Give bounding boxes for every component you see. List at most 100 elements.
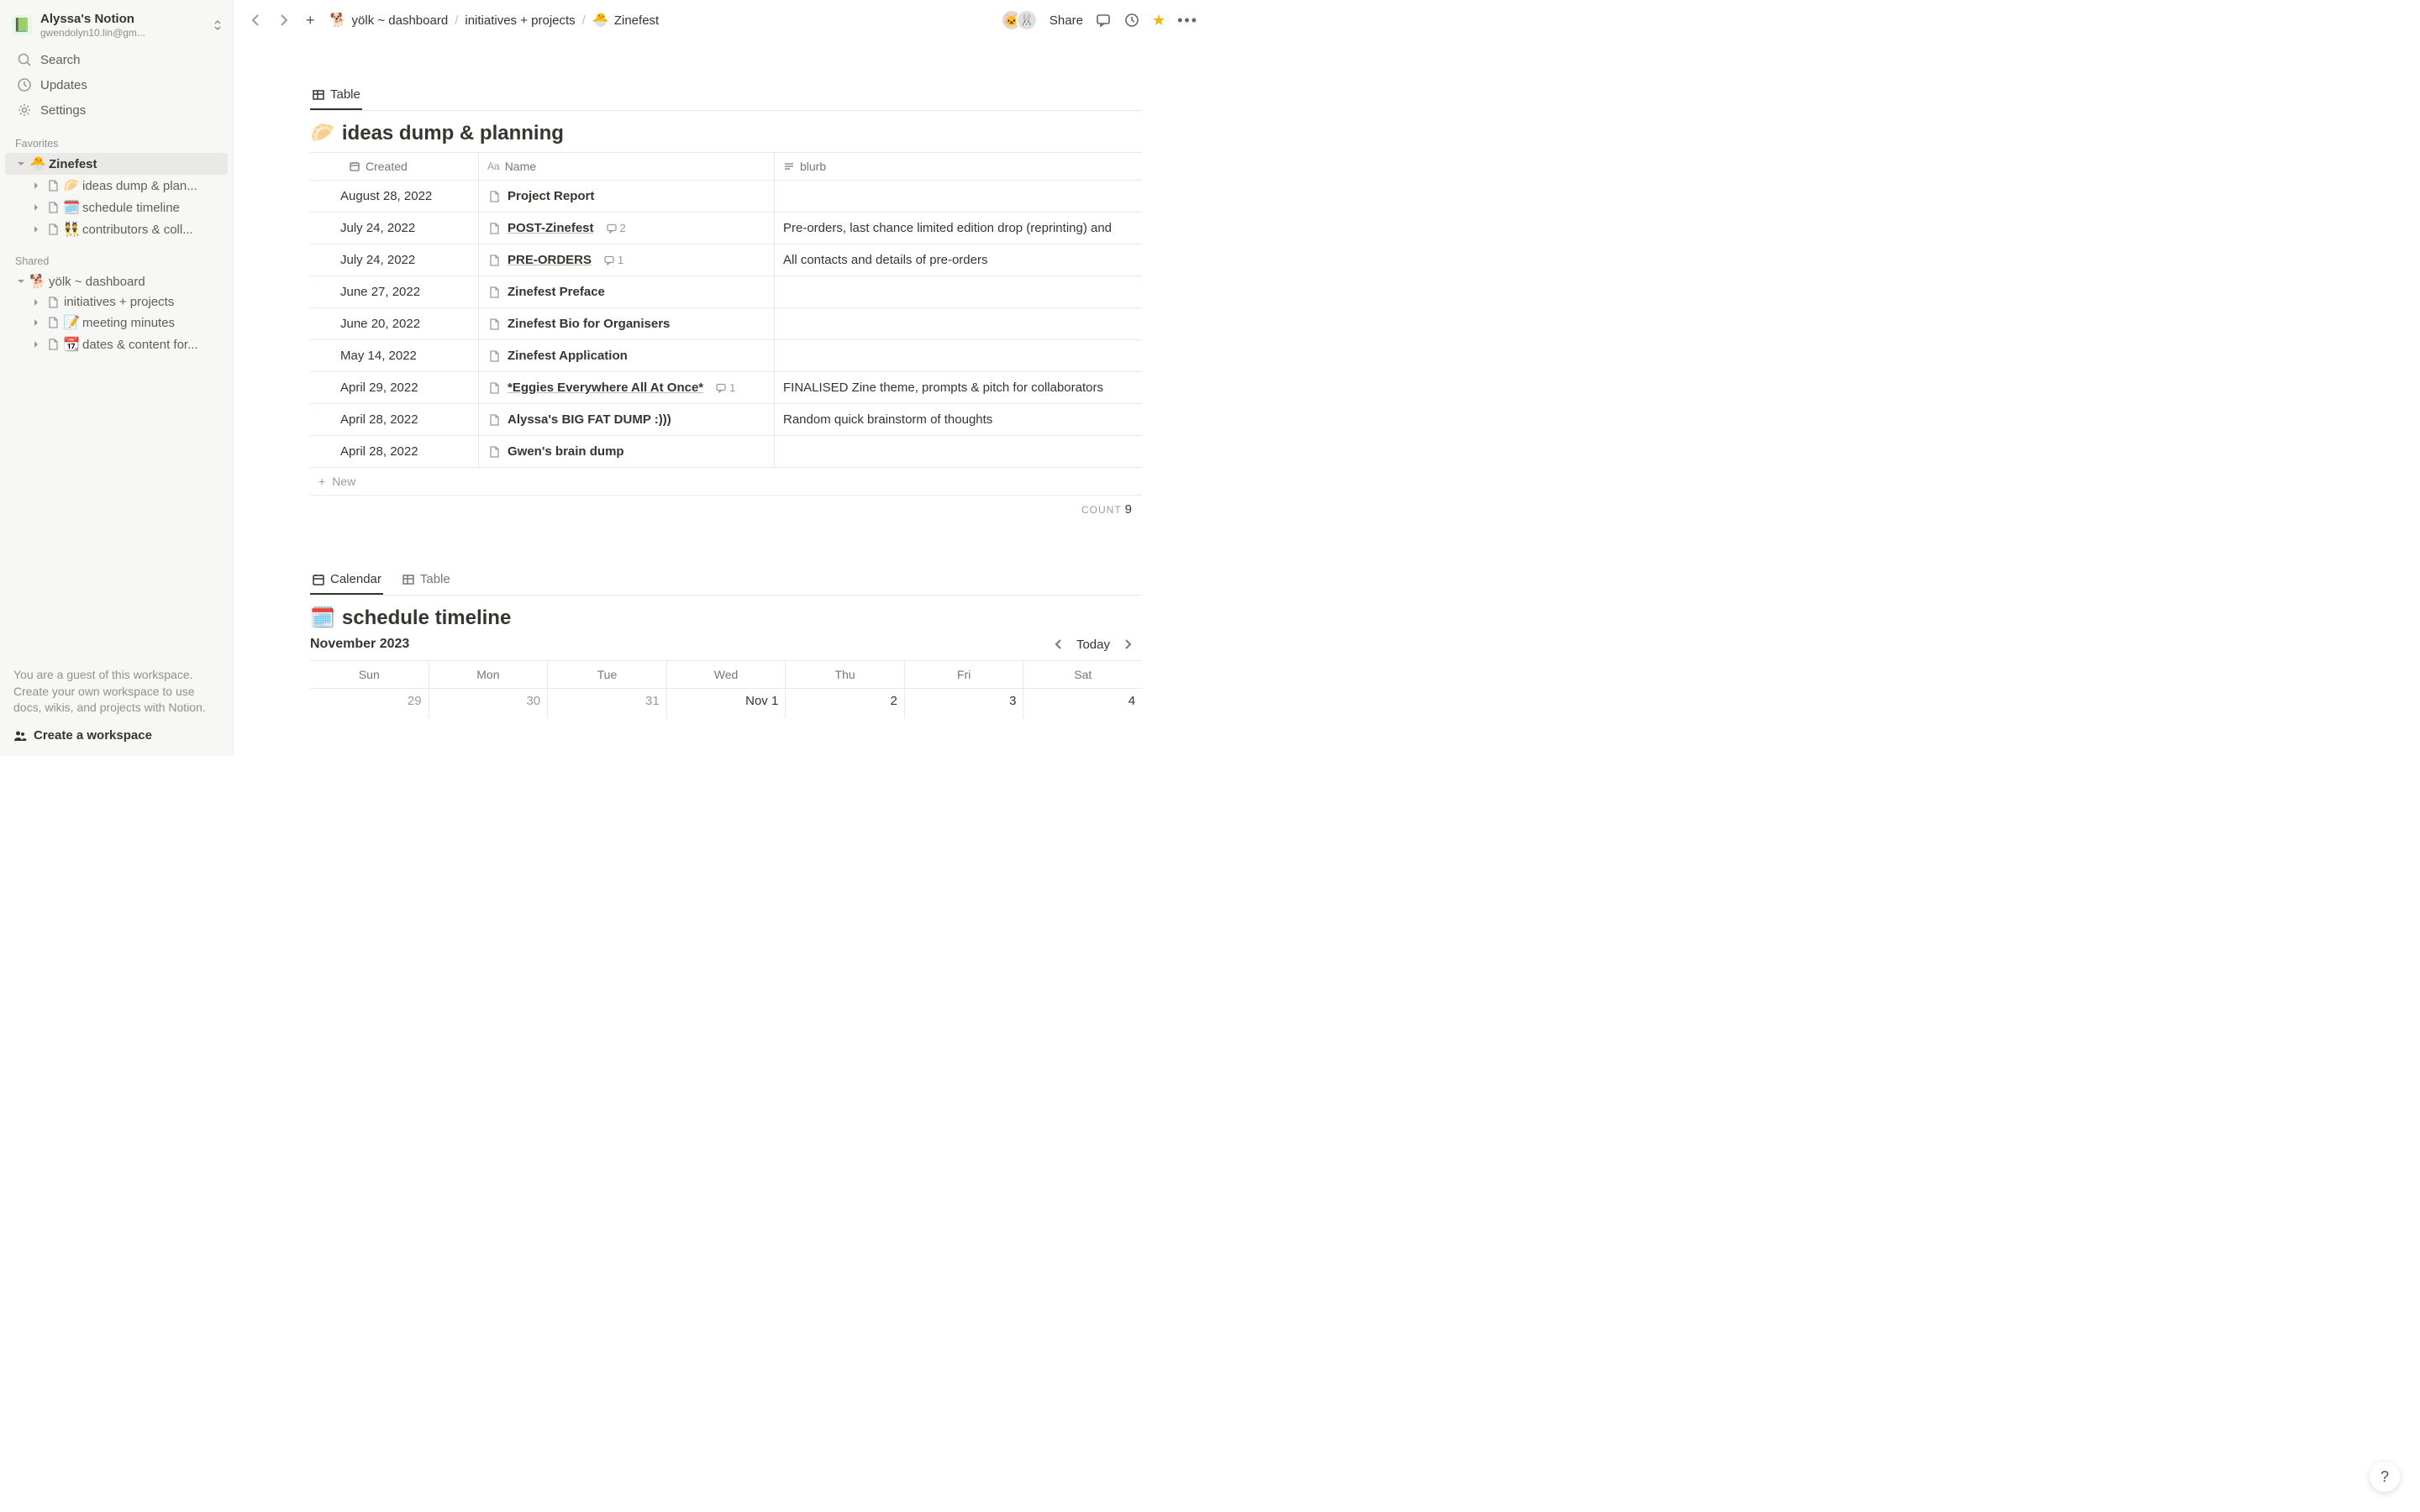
calendar-cell[interactable]: 4 [1023,688,1142,718]
updates-label: Updates [40,78,87,92]
cell-name[interactable]: Project Report [478,181,774,212]
sidebar-page-item[interactable]: 📆dates & content for... [5,333,228,355]
cell-blurb[interactable]: Pre-orders, last chance limited edition … [774,213,1142,244]
table-row[interactable]: April 28, 2022Gwen's brain dump [310,436,1142,468]
share-button[interactable]: Share [1050,13,1083,28]
breadcrumb-item[interactable]: initiatives + projects [465,13,575,28]
new-row-button[interactable]: + New [310,468,1142,496]
calendar-today-button[interactable]: Today [1076,638,1110,652]
settings-nav[interactable]: Settings [0,97,233,123]
cell-blurb[interactable] [774,308,1142,339]
table-row[interactable]: August 28, 2022Project Report [310,181,1142,213]
calendar-cell[interactable]: 31 [547,688,666,718]
calendar-month-label: November 2023 [310,637,409,652]
chevron-icon[interactable] [13,277,29,286]
page-label: initiatives + projects [64,295,219,309]
help-button[interactable]: ? [2370,1462,2400,1492]
database-title[interactable]: 🥟 ideas dump & planning [310,121,1142,145]
comment-count-chip[interactable]: 1 [715,381,735,394]
favorite-star-icon[interactable]: ★ [1152,12,1165,29]
row-title: Zinefest Application [508,349,628,363]
workspace-icon: 📗 [12,15,32,35]
calendar-next-button[interactable] [1122,638,1134,650]
new-tab-button[interactable]: + [299,8,322,33]
cell-name[interactable]: Zinefest Preface [478,276,774,307]
chevron-icon[interactable] [29,225,44,234]
sidebar-page-item[interactable]: 🐣Zinefest [5,153,228,175]
chevron-icon[interactable] [29,318,44,327]
column-header-blurb[interactable]: blurb [774,153,1142,180]
cell-name[interactable]: *Eggies Everywhere All At Once* 1 [478,372,774,403]
cell-blurb[interactable] [774,340,1142,371]
table-row[interactable]: June 20, 2022Zinefest Bio for Organisers [310,308,1142,340]
database-title[interactable]: 🗓️ schedule timeline [310,606,1142,630]
breadcrumb-item[interactable]: 🐕yölk ~ dashboard [330,12,449,29]
calendar-cell[interactable]: 3 [904,688,1023,718]
calendar-icon [312,573,325,586]
row-title: *Eggies Everywhere All At Once* [508,381,703,395]
calendar-cell[interactable]: 30 [429,688,548,718]
cell-blurb[interactable] [774,276,1142,307]
view-tab-calendar[interactable]: Calendar [310,567,383,595]
cell-name[interactable]: PRE-ORDERS1 [478,244,774,276]
page-icon [487,190,501,203]
cell-blurb[interactable]: Random quick brainstorm of thoughts [774,404,1142,435]
view-tabs: Calendar Table [310,567,1142,596]
search-nav[interactable]: Search [0,47,233,72]
sidebar-page-item[interactable]: 🥟ideas dump & plan... [5,175,228,197]
chevron-icon[interactable] [29,203,44,212]
view-tab-table[interactable]: Table [400,567,452,595]
comment-count-chip[interactable]: 1 [603,254,623,266]
more-menu-button[interactable]: ••• [1177,12,1198,29]
table-row[interactable]: April 28, 2022Alyssa's BIG FAT DUMP :)))… [310,404,1142,436]
page-emoji-icon: 👯 [62,221,81,238]
calendar-cell[interactable]: 2 [785,688,904,718]
sidebar-page-item[interactable]: 📝meeting minutes [5,312,228,333]
column-header-created[interactable]: Created [310,153,478,180]
settings-label: Settings [40,103,86,118]
cell-name[interactable]: Gwen's brain dump [478,436,774,467]
sidebar-page-item[interactable]: 👯contributors & coll... [5,218,228,240]
nav-forward-button[interactable] [272,9,294,31]
table-row[interactable]: May 14, 2022Zinefest Application [310,340,1142,372]
cell-blurb[interactable] [774,181,1142,212]
updates-nav[interactable]: Updates [0,72,233,97]
calendar-day-header: Sun [310,661,429,688]
table-row[interactable]: April 29, 2022*Eggies Everywhere All At … [310,372,1142,404]
comments-icon[interactable] [1095,12,1112,29]
cell-blurb[interactable] [774,436,1142,467]
calendar-cell[interactable]: Nov 1 [666,688,786,718]
breadcrumb-item[interactable]: 🐣Zinefest [592,12,659,29]
cell-blurb[interactable]: All contacts and details of pre-orders [774,244,1142,276]
sidebar-page-item[interactable]: 🐕yölk ~ dashboard [5,270,228,292]
table-row[interactable]: July 24, 2022PRE-ORDERS1All contacts and… [310,244,1142,276]
table-row[interactable]: June 27, 2022Zinefest Preface [310,276,1142,308]
guest-message: You are a guest of this workspace. Creat… [13,667,219,717]
cell-name[interactable]: Alyssa's BIG FAT DUMP :))) [478,404,774,435]
calendar-date-number: 30 [526,694,540,708]
chevron-icon[interactable] [29,181,44,190]
page-label: contributors & coll... [82,223,219,237]
nav-back-button[interactable] [245,9,267,31]
table-row[interactable]: July 24, 2022POST-Zinefest2Pre-orders, l… [310,213,1142,244]
presence-avatars[interactable]: 🐱 🐰 [1007,9,1038,31]
calendar-icon [349,160,360,172]
comment-count-chip[interactable]: 2 [606,222,626,234]
chevron-icon[interactable] [29,340,44,349]
chevron-icon[interactable] [13,160,29,168]
cell-blurb[interactable]: FINALISED Zine theme, prompts & pitch fo… [774,372,1142,403]
calendar-prev-button[interactable] [1053,638,1065,650]
page-label: Zinefest [49,157,219,171]
create-workspace-button[interactable]: Create a workspace [13,728,219,743]
calendar-cell[interactable]: 29 [310,688,429,718]
column-header-name[interactable]: Aa Name [478,153,774,180]
updates-icon[interactable] [1123,12,1140,29]
cell-name[interactable]: POST-Zinefest2 [478,213,774,244]
view-tab-table[interactable]: Table [310,82,362,110]
sidebar-page-item[interactable]: initiatives + projects [5,292,228,312]
cell-name[interactable]: Zinefest Application [478,340,774,371]
workspace-switcher[interactable]: 📗 Alyssa's Notion gwendolyn10.lin@gm... [0,10,233,47]
cell-name[interactable]: Zinefest Bio for Organisers [478,308,774,339]
sidebar-page-item[interactable]: 🗓️schedule timeline [5,197,228,218]
chevron-icon[interactable] [29,298,44,307]
